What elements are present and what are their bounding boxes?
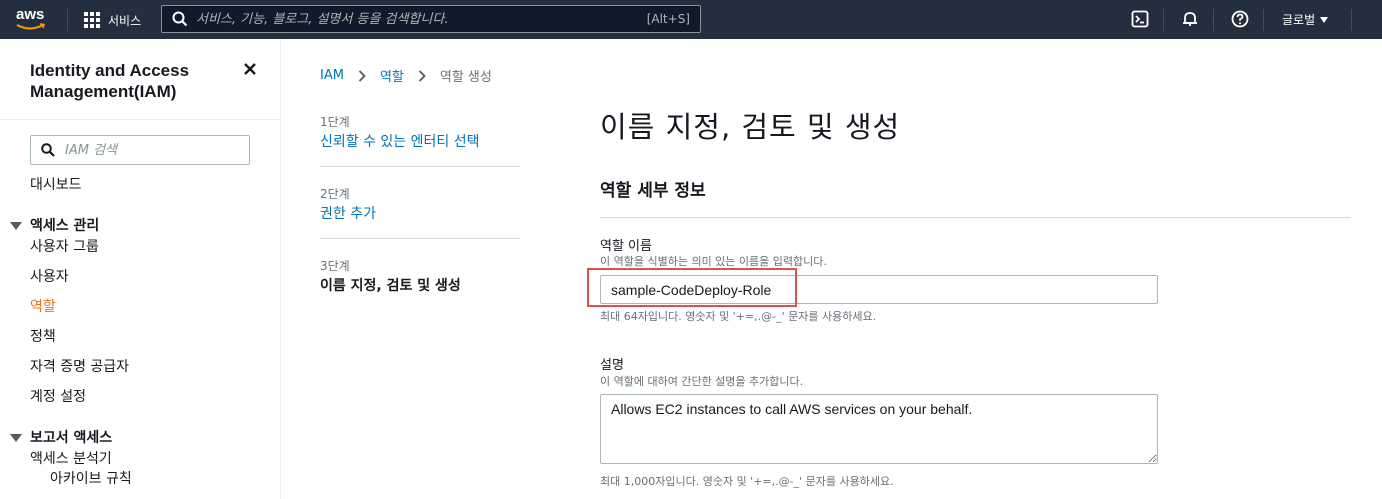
- description-helper: 이 역할에 대하여 간단한 설명을 추가합니다.: [600, 375, 804, 388]
- caret-down-icon: [10, 434, 22, 442]
- step-divider: [320, 238, 520, 239]
- cloudshell-icon[interactable]: [1131, 10, 1149, 28]
- services-label: 서비스: [108, 13, 142, 28]
- aws-smile-icon: [16, 23, 46, 30]
- section-divider: [600, 217, 1351, 218]
- step-divider: [320, 166, 520, 167]
- nav-divider: [1163, 9, 1164, 31]
- breadcrumb-roles[interactable]: 역할: [380, 66, 404, 85]
- top-navigation-bar: aws 서비스 [Alt+S] 글로벌: [0, 0, 1382, 39]
- region-selector[interactable]: 글로벌: [1282, 11, 1329, 28]
- sidebar-item-access-analyzer[interactable]: 액세스 분석기: [30, 450, 112, 468]
- sidebar-item-policies[interactable]: 정책: [30, 328, 56, 346]
- search-shortcut-hint: [Alt+S]: [646, 12, 690, 26]
- nav-divider: [67, 9, 68, 31]
- search-icon: [172, 11, 188, 27]
- search-icon: [41, 143, 55, 157]
- description-label: 설명: [600, 358, 624, 373]
- bell-icon[interactable]: [1181, 10, 1199, 28]
- sidebar-item-user-groups[interactable]: 사용자 그룹: [30, 238, 99, 256]
- chevron-right-icon: [358, 69, 366, 82]
- sidebar-section-access-reports[interactable]: 보고서 액세스: [10, 429, 112, 447]
- global-search-input[interactable]: [196, 11, 626, 27]
- page-title: 이름 지정, 검토 및 생성: [600, 110, 901, 144]
- sidebar-item-users[interactable]: 사용자: [30, 268, 69, 286]
- aws-logo[interactable]: aws: [14, 6, 50, 34]
- breadcrumb-current: 역할 생성: [439, 70, 492, 85]
- sidebar-search-input[interactable]: [65, 142, 245, 158]
- role-name-label: 역할 이름: [600, 239, 652, 254]
- step-3-label: 3단계: [320, 259, 350, 273]
- step-2-label: 2단계: [320, 187, 350, 201]
- close-icon[interactable]: [244, 63, 256, 75]
- chevron-right-icon: [418, 69, 426, 82]
- aws-logo-text: aws: [16, 6, 45, 23]
- step-2-link[interactable]: 권한 추가: [320, 203, 376, 223]
- nav-divider: [1213, 9, 1214, 31]
- breadcrumb-iam[interactable]: IAM: [320, 68, 344, 83]
- sidebar: Identity and Access Management(IAM) 대시보드…: [0, 39, 281, 499]
- sidebar-item-identity-providers[interactable]: 자격 증명 공급자: [30, 358, 129, 376]
- sidebar-divider: [0, 119, 280, 120]
- role-name-input[interactable]: [600, 275, 1158, 304]
- step-3-current: 이름 지정, 검토 및 생성: [320, 278, 461, 294]
- step-1-link[interactable]: 신뢰할 수 있는 엔터티 선택: [320, 131, 479, 151]
- role-name-hint: 최대 64자입니다. 영숫자 및 '+=,.@-_' 문자를 사용하세요.: [600, 310, 877, 323]
- sidebar-item-account-settings[interactable]: 계정 설정: [30, 388, 86, 406]
- sidebar-section-access-management[interactable]: 액세스 관리: [10, 217, 99, 235]
- step-1-label: 1단계: [320, 115, 350, 129]
- role-name-description: 이 역할을 식별하는 의미 있는 이름을 입력합니다.: [600, 255, 827, 268]
- global-search-box[interactable]: [Alt+S]: [161, 5, 701, 33]
- caret-down-icon: [1320, 16, 1329, 23]
- grid-icon: [84, 12, 100, 28]
- sidebar-section-label: 액세스 관리: [30, 218, 100, 234]
- services-menu-button[interactable]: 서비스: [84, 10, 141, 30]
- description-textarea[interactable]: Allows EC2 instances to call AWS service…: [600, 394, 1158, 464]
- sidebar-search-box[interactable]: [30, 135, 250, 165]
- nav-divider: [1351, 9, 1352, 31]
- caret-down-icon: [10, 222, 22, 230]
- description-hint: 최대 1,000자입니다. 영숫자 및 '+=,.@-_' 문자를 사용하세요.: [600, 475, 894, 488]
- sidebar-item-archive-rules[interactable]: 아카이브 규칙: [50, 470, 132, 488]
- sidebar-item-roles[interactable]: 역할: [30, 298, 56, 316]
- sidebar-item-dashboard[interactable]: 대시보드: [30, 176, 82, 194]
- section-title: 역할 세부 정보: [600, 181, 706, 201]
- sidebar-section-label: 보고서 액세스: [30, 430, 113, 446]
- sidebar-title: Identity and Access Management(IAM): [30, 61, 190, 101]
- region-label: 글로벌: [1282, 13, 1316, 27]
- help-icon[interactable]: [1231, 10, 1249, 28]
- breadcrumb: IAM 역할 역할 생성: [320, 66, 492, 85]
- nav-divider: [1263, 9, 1264, 31]
